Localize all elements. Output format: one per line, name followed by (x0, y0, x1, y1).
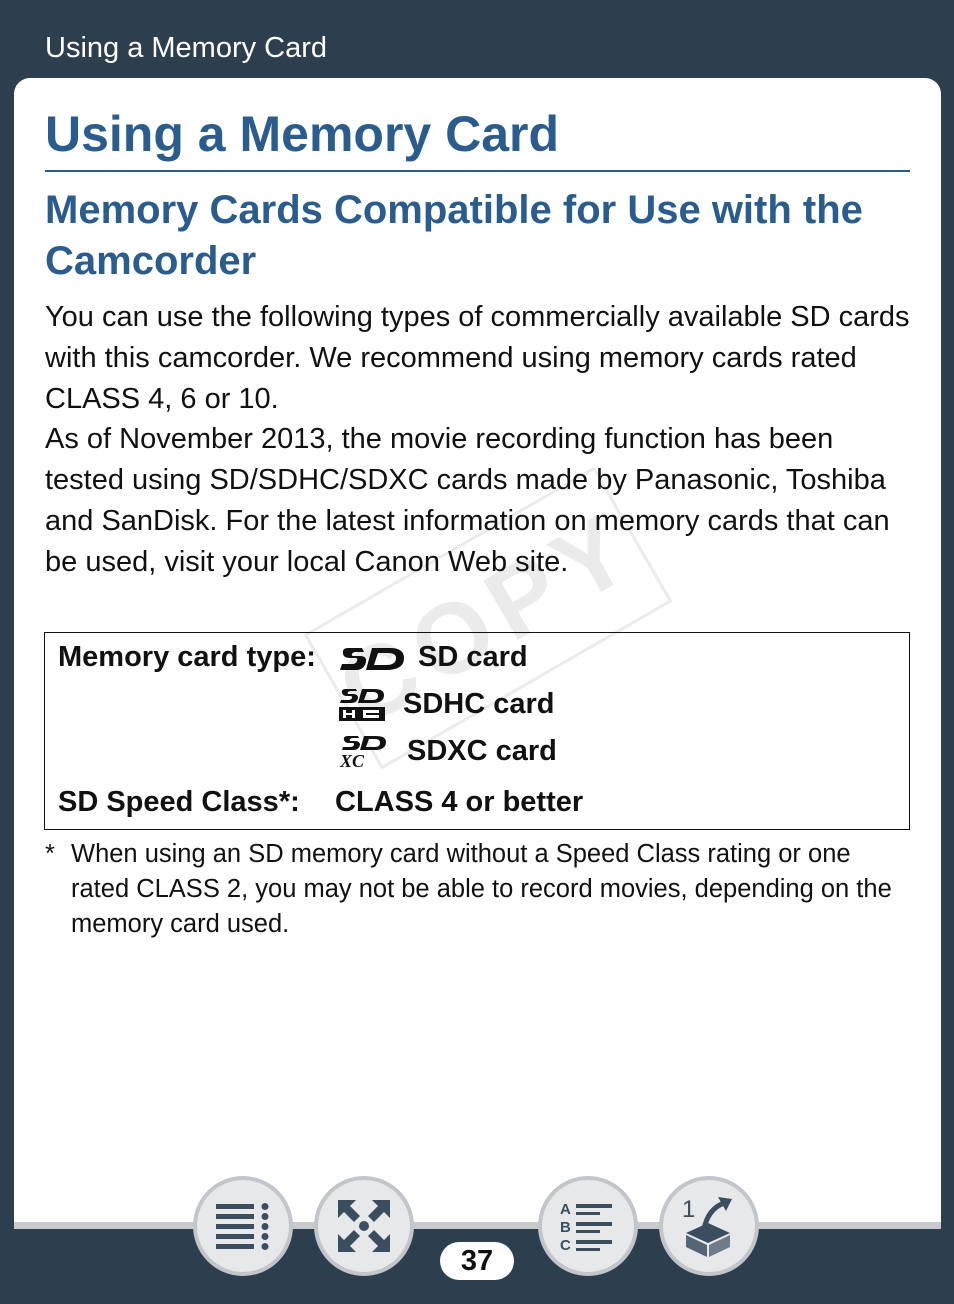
footnote-mark: * (45, 840, 55, 868)
svg-text:1: 1 (682, 1196, 695, 1223)
svg-text:XC: XC (339, 751, 365, 769)
card-type-sd: SD card (418, 641, 528, 673)
header-title: Using a Memory Card (45, 32, 328, 64)
back-button[interactable]: 1 (659, 1176, 759, 1276)
paragraph-2: As of November 2013, the movie recording… (45, 423, 890, 578)
card-type-sdxc: SDXC card (407, 735, 557, 767)
card-type-label: Memory card type: (58, 641, 316, 673)
fullscreen-button[interactable] (314, 1176, 414, 1276)
index-button[interactable]: A B C (538, 1176, 638, 1276)
table-of-contents-button[interactable] (193, 1176, 293, 1276)
fullscreen-arrows-icon (338, 1200, 390, 1252)
paragraph-1: You can use the following types of comme… (45, 301, 910, 415)
speed-class-label: SD Speed Class*: (58, 786, 300, 818)
sd-logo-icon (340, 648, 404, 670)
svg-text:A: A (560, 1201, 571, 1218)
card-type-sdhc: SDHC card (403, 688, 555, 720)
sdxc-logo-icon: XC (339, 736, 386, 769)
body-text: You can use the following types of comme… (45, 297, 910, 583)
svg-text:C: C (560, 1237, 571, 1254)
section-title: Memory Cards Compatible for Use with the… (45, 188, 863, 283)
abc-index-icon: A B C (560, 1201, 612, 1254)
back-box-arrow-icon: 1 (682, 1196, 732, 1257)
footnote: * When using an SD memory card without a… (45, 837, 910, 942)
page-title: Using a Memory Card (45, 104, 910, 172)
footnote-text: When using an SD memory card without a S… (71, 840, 892, 938)
contents-list-icon (216, 1203, 269, 1250)
speed-class-value: CLASS 4 or better (335, 786, 584, 818)
svg-text:B: B (560, 1219, 571, 1236)
sdhc-logo-icon (339, 689, 385, 721)
page-number: 37 (440, 1242, 514, 1280)
page-bottom-strip (14, 1222, 941, 1229)
